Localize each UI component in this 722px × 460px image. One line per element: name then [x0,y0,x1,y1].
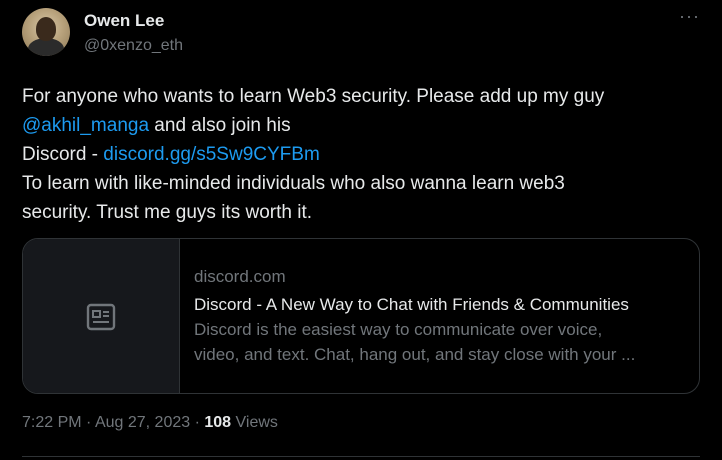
meta-separator-2: · [190,414,205,431]
views-label: Views [235,414,278,431]
avatar-face [36,17,56,41]
tweet-date[interactable]: Aug 27, 2023 [95,414,190,431]
divider [22,456,700,457]
article-icon [86,303,116,331]
tweet-line-2-rest: and also join his [149,115,291,136]
discord-prefix: Discord - [22,144,104,165]
card-domain: discord.com [194,267,286,286]
author-handle[interactable]: @0xenzo_eth [84,37,183,55]
card-thumbnail [23,239,180,393]
tweet-meta: 7:22 PM · Aug 27, 2023 · 108 Views [22,414,278,432]
meta-separator: · [81,414,95,431]
card-description-line-1: Discord is the easiest way to communicat… [194,320,603,339]
discord-link[interactable]: discord.gg/s5Sw9CYFBm [103,144,319,165]
card-description-line-2: video, and text. Chat, hang out, and sta… [194,345,636,364]
avatar[interactable] [22,8,70,56]
mention-link[interactable]: @akhil_manga [22,115,149,136]
link-preview-card[interactable]: discord.com Discord - A New Way to Chat … [22,238,700,394]
author-name[interactable]: Owen Lee [84,11,164,31]
tweet-text: For anyone who wants to learn Web3 secur… [22,82,702,227]
tweet-line-3: Discord - discord.gg/s5Sw9CYFBm [22,140,702,169]
card-body: discord.com Discord - A New Way to Chat … [194,261,685,367]
card-title: Discord - A New Way to Chat with Friends… [194,295,629,314]
tweet-line-2: @akhil_manga and also join his [22,111,702,140]
tweet-line-1: For anyone who wants to learn Web3 secur… [22,86,605,107]
tweet-line-4: To learn with like-minded individuals wh… [22,173,565,194]
more-options-icon[interactable]: ··· [679,7,700,25]
views-count: 108 [204,414,232,431]
tweet-line-5: security. Trust me guys its worth it. [22,202,313,223]
tweet-time[interactable]: 7:22 PM [22,414,82,431]
